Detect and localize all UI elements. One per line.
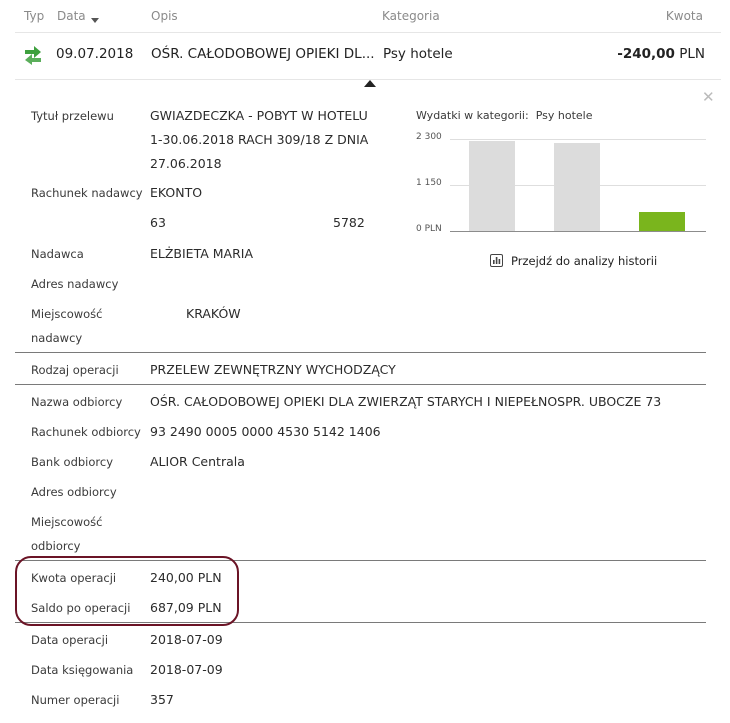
table-header: Typ Data Opis Kategoria Kwota xyxy=(0,0,730,32)
recipient-bank-label: Bank odbiorcy xyxy=(31,455,114,469)
recipient-name-label: Nazwa odbiorcy xyxy=(31,395,123,409)
chart-tick-label: 2 300 xyxy=(416,132,442,142)
col-category-header: Kategoria xyxy=(382,9,440,23)
col-amount-header: Kwota xyxy=(665,9,703,23)
transaction-amount: -240,00 PLN xyxy=(617,46,705,62)
sender-address-label: Adres nadawcy xyxy=(31,277,119,291)
history-analysis-label: Przejdź do analizy historii xyxy=(511,254,658,268)
chart-title: Wydatki w kategorii: Psy hotele xyxy=(416,109,593,122)
sender-account-name: EKONTO xyxy=(150,185,203,200)
sender-value: ELŻBIETA MARIA xyxy=(150,246,254,261)
chart-title-text: Wydatki w kategorii: xyxy=(416,109,529,122)
booking-date-label: Data księgowania xyxy=(31,663,134,677)
highlight-annotation xyxy=(15,556,239,626)
sort-down-icon xyxy=(90,18,99,23)
title-line-2: 1-30.06.2018 RACH 309/18 Z DNIA xyxy=(150,132,369,147)
transaction-row[interactable]: 09.07.2018 OŚR. CAŁODOBOWEJ OPIEKI DL...… xyxy=(0,33,730,79)
col-type-header: Typ xyxy=(24,9,45,23)
sender-account-number-end: 5782 xyxy=(333,215,365,230)
chart-tick-label: 0 PLN xyxy=(416,224,442,234)
chart-gridline xyxy=(450,139,706,140)
section-divider xyxy=(15,352,706,353)
chart-bar xyxy=(469,141,515,231)
sender-city-label-2: nadawcy xyxy=(31,331,83,345)
title-line-1: GWIAZDECZKA - POBYT W HOTELU xyxy=(150,108,368,123)
title-label: Tytuł przelewu xyxy=(31,109,114,123)
sender-city-value: KRAKÓW xyxy=(186,306,241,321)
sender-account-number-start: 63 xyxy=(150,215,166,230)
transaction-date: 09.07.2018 xyxy=(56,46,134,62)
recipient-address-label: Adres odbiorcy xyxy=(31,485,117,499)
transaction-category: Psy hotele xyxy=(383,46,453,62)
section-divider xyxy=(15,384,706,385)
col-date-label: Data xyxy=(57,9,86,23)
sender-city-label-1: Miejscowość xyxy=(31,307,103,321)
recipient-city-label-2: odbiorcy xyxy=(31,539,81,553)
chart-bar xyxy=(639,211,685,231)
close-icon[interactable]: ✕ xyxy=(702,88,715,106)
operation-date-label: Data operacji xyxy=(31,633,109,647)
booking-date-value: 2018-07-09 xyxy=(150,662,223,677)
recipient-city-label-1: Miejscowość xyxy=(31,515,103,529)
transaction-currency: PLN xyxy=(679,46,705,62)
recipient-name-value: OŚR. CAŁODOBOWEJ OPIEKI DLA ZWIERZĄT STA… xyxy=(150,394,662,409)
sender-label: Nadawca xyxy=(31,247,84,261)
col-date-header[interactable]: Data xyxy=(57,9,99,23)
recipient-bank-value: ALIOR Centrala xyxy=(150,454,245,469)
expand-pointer-icon xyxy=(364,80,376,87)
transfer-arrows-icon xyxy=(24,44,42,70)
operation-type-value: PRZELEW ZEWNĘTRZNY WYCHODZĄCY xyxy=(150,362,396,377)
col-description-header: Opis xyxy=(151,9,178,23)
operation-date-value: 2018-07-09 xyxy=(150,632,223,647)
recipient-account-label: Rachunek odbiorcy xyxy=(31,425,141,439)
bar-chart-icon xyxy=(490,254,503,267)
chart-axis xyxy=(450,231,706,232)
operation-number-label: Numer operacji xyxy=(31,693,120,707)
transaction-description: OŚR. CAŁODOBOWEJ OPIEKI DL... xyxy=(151,46,375,62)
chart-bar xyxy=(554,143,600,231)
chart-tick-label: 1 150 xyxy=(416,178,442,188)
operation-number-value: 357 xyxy=(150,692,174,707)
operation-type-label: Rodzaj operacji xyxy=(31,363,119,377)
transaction-amount-value: -240,00 xyxy=(617,46,675,62)
title-line-3: 27.06.2018 xyxy=(150,156,222,171)
sender-account-label: Rachunek nadawcy xyxy=(31,186,143,200)
recipient-account-value: 93 2490 0005 0000 4530 5142 1406 xyxy=(150,424,381,439)
chart-category: Psy hotele xyxy=(535,109,593,122)
